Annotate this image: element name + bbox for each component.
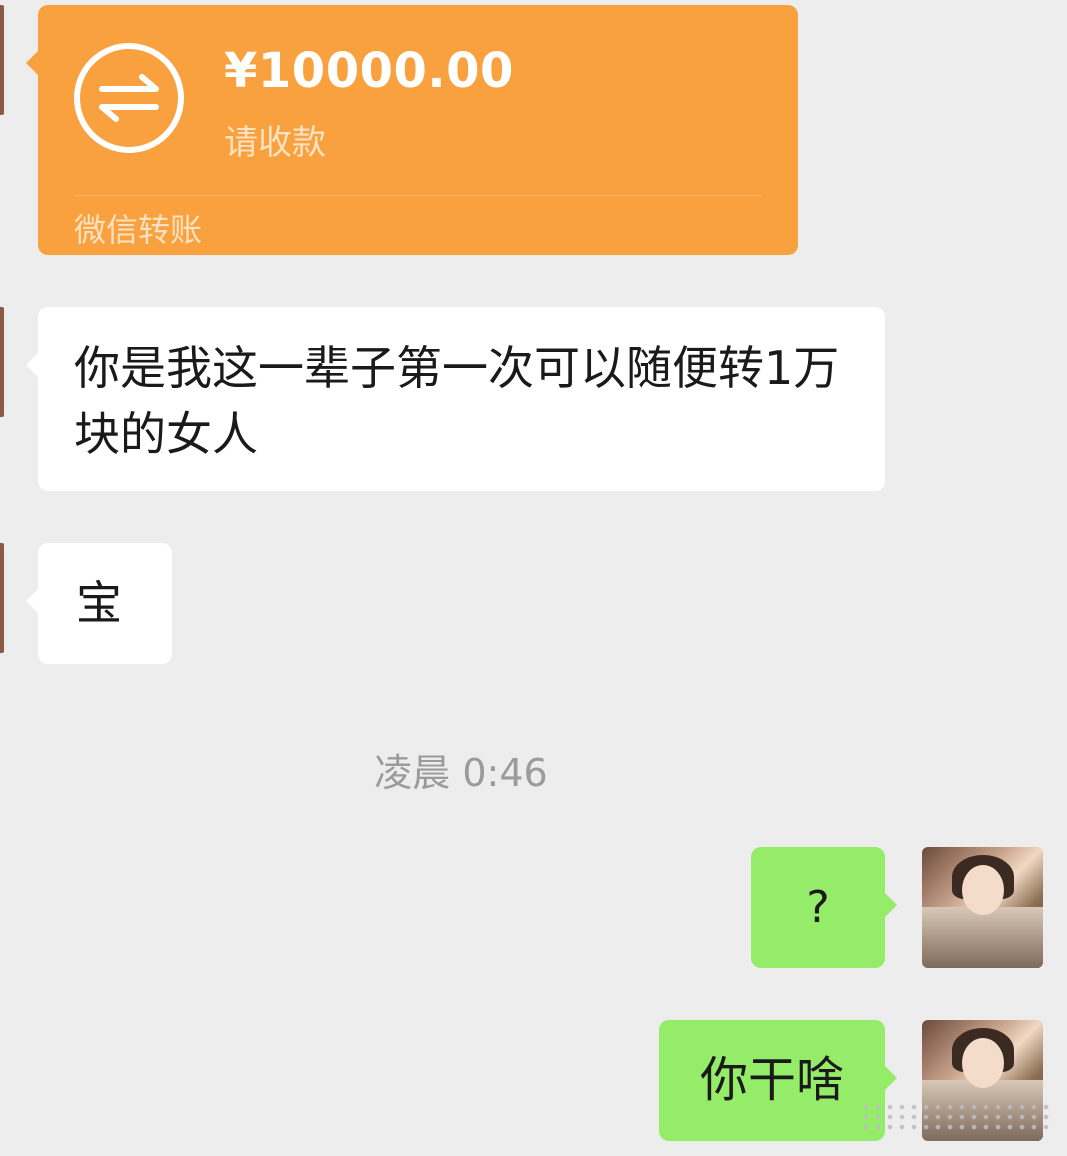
received-message-bubble[interactable]: 宝 [26, 543, 172, 664]
transfer-divider [74, 195, 762, 196]
left-avatar-edge[interactable] [0, 543, 4, 653]
sent-message-bubble[interactable]: ? [751, 847, 897, 968]
message-text: 宝 [76, 576, 122, 630]
transfer-status: 请收款 [224, 123, 326, 163]
sent-message-bubble[interactable]: 你干啥 [659, 1020, 897, 1141]
left-avatar-edge[interactable] [0, 5, 4, 115]
received-message-bubble[interactable]: 你是我这一辈子第一次可以随便转1万块的女人 [26, 307, 885, 491]
message-text: ? [806, 882, 830, 933]
transfer-card[interactable]: ¥10000.00 请收款 微信转账 [26, 5, 798, 255]
message-text: 你是我这一辈子第一次可以随便转1万块的女人 [74, 341, 840, 461]
avatar[interactable] [922, 847, 1043, 968]
transfer-icon [74, 43, 184, 153]
message-text: 你干啥 [699, 1052, 844, 1108]
chat-timestamp: 凌晨 0:46 [374, 751, 548, 795]
transfer-footer-label: 微信转账 [74, 211, 203, 249]
transfer-amount: ¥10000.00 [224, 43, 514, 99]
watermark [860, 1102, 1050, 1132]
left-avatar-edge[interactable] [0, 307, 4, 417]
